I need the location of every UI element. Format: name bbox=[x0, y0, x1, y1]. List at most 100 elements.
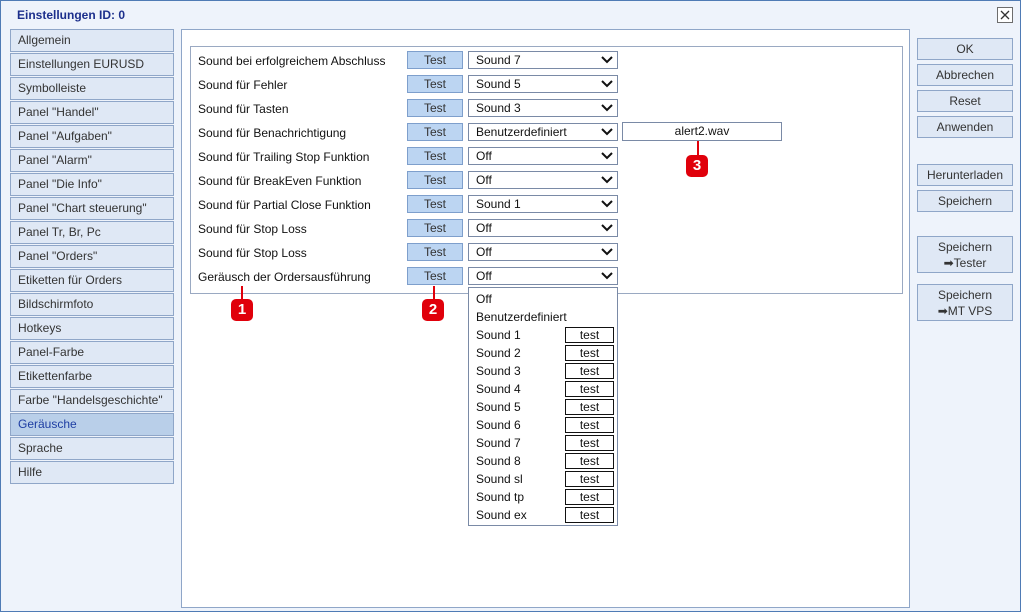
dropdown-option-sound-5[interactable]: Sound 5 bbox=[476, 400, 521, 414]
dropdown-test-button-sound-8[interactable]: test bbox=[565, 453, 614, 469]
row-label-error-sound: Sound für Fehler bbox=[198, 78, 288, 92]
sidebar-item-hilfe[interactable]: Hilfe bbox=[10, 461, 174, 484]
select-trailing-stop-sound[interactable]: Off bbox=[468, 147, 618, 165]
download-button[interactable]: Herunterladen bbox=[917, 164, 1013, 186]
test-button-stop-loss-sound-2[interactable]: Test bbox=[407, 243, 463, 261]
sidebar-item-etiketten-orders[interactable]: Etiketten für Orders bbox=[10, 269, 174, 292]
dropdown-option-sound-7[interactable]: Sound 7 bbox=[476, 436, 521, 450]
row-label-success-sound: Sound bei erfolgreichem Abschluss bbox=[198, 54, 386, 68]
sidebar-item-panel-orders[interactable]: Panel "Orders" bbox=[10, 245, 174, 268]
custom-sound-file-input[interactable]: alert2.wav bbox=[622, 122, 782, 141]
chevron-down-icon bbox=[601, 176, 613, 184]
test-button-key-sound[interactable]: Test bbox=[407, 99, 463, 117]
chevron-down-icon bbox=[601, 152, 613, 160]
sidebar-item-panel-farbe[interactable]: Panel-Farbe bbox=[10, 341, 174, 364]
sidebar-item-panel-aufgaben[interactable]: Panel "Aufgaben" bbox=[10, 125, 174, 148]
dropdown-test-button-sound-sl[interactable]: test bbox=[565, 471, 614, 487]
dropdown-test-button-sound-4[interactable]: test bbox=[565, 381, 614, 397]
dropdown-test-button-sound-7[interactable]: test bbox=[565, 435, 614, 451]
chevron-down-icon bbox=[601, 272, 613, 280]
annotation-marker-3: 3 bbox=[686, 155, 708, 177]
annotation-marker-2: 2 bbox=[422, 299, 444, 321]
dropdown-option-sound-6[interactable]: Sound 6 bbox=[476, 418, 521, 432]
row-label-stop-loss-sound-2: Sound für Stop Loss bbox=[198, 246, 307, 260]
row-label-breakeven-sound: Sound für BreakEven Funktion bbox=[198, 174, 362, 188]
settings-window: Einstellungen ID: 0 Allgemein Einstellun… bbox=[0, 0, 1021, 612]
test-button-stop-loss-sound[interactable]: Test bbox=[407, 219, 463, 237]
sidebar-item-einstellungen-eurusd[interactable]: Einstellungen EURUSD bbox=[10, 53, 174, 76]
sounds-panel: Sound bei erfolgreichem Abschluss Test S… bbox=[181, 29, 910, 608]
dropdown-option-sound-4[interactable]: Sound 4 bbox=[476, 382, 521, 396]
dropdown-option-sound-1[interactable]: Sound 1 bbox=[476, 328, 521, 342]
select-stop-loss-sound-2[interactable]: Off bbox=[468, 243, 618, 261]
chevron-down-icon bbox=[601, 200, 613, 208]
test-button-success-sound[interactable]: Test bbox=[407, 51, 463, 69]
dropdown-test-button-sound-1[interactable]: test bbox=[565, 327, 614, 343]
row-label-stop-loss-sound: Sound für Stop Loss bbox=[198, 222, 307, 236]
dropdown-option-sound-tp[interactable]: Sound tp bbox=[476, 490, 524, 504]
sidebar-item-panel-chart-steuerung[interactable]: Panel "Chart steuerung" bbox=[10, 197, 174, 220]
chevron-down-icon bbox=[601, 104, 613, 112]
select-error-sound[interactable]: Sound 5 bbox=[468, 75, 618, 93]
select-notification-sound[interactable]: Benutzerdefiniert bbox=[468, 123, 618, 141]
marker-2-line bbox=[433, 286, 435, 300]
chevron-down-icon bbox=[601, 224, 613, 232]
marker-3-line bbox=[697, 141, 699, 155]
dropdown-test-button-sound-5[interactable]: test bbox=[565, 399, 614, 415]
test-button-partial-close-sound[interactable]: Test bbox=[407, 195, 463, 213]
dropdown-option-custom[interactable]: Benutzerdefiniert bbox=[476, 310, 567, 324]
dropdown-option-off[interactable]: Off bbox=[476, 292, 492, 306]
sidebar-item-panel-die-info[interactable]: Panel "Die Info" bbox=[10, 173, 174, 196]
select-breakeven-sound[interactable]: Off bbox=[468, 171, 618, 189]
sidebar-item-farbe-handelsgeschichte[interactable]: Farbe "Handelsgeschichte" bbox=[10, 389, 174, 412]
marker-1-line bbox=[241, 286, 243, 300]
test-button-breakeven-sound[interactable]: Test bbox=[407, 171, 463, 189]
select-stop-loss-sound[interactable]: Off bbox=[468, 219, 618, 237]
sidebar-item-panel-alarm[interactable]: Panel "Alarm" bbox=[10, 149, 174, 172]
test-button-error-sound[interactable]: Test bbox=[407, 75, 463, 93]
dropdown-option-sound-8[interactable]: Sound 8 bbox=[476, 454, 521, 468]
select-partial-close-sound[interactable]: Sound 1 bbox=[468, 195, 618, 213]
sidebar-item-sprache[interactable]: Sprache bbox=[10, 437, 174, 460]
select-order-execution-sound[interactable]: Off bbox=[468, 267, 618, 285]
dropdown-test-button-sound-2[interactable]: test bbox=[565, 345, 614, 361]
sidebar-item-panel-handel[interactable]: Panel "Handel" bbox=[10, 101, 174, 124]
test-button-order-execution-sound[interactable]: Test bbox=[407, 267, 463, 285]
select-success-sound[interactable]: Sound 7 bbox=[468, 51, 618, 69]
sidebar-item-hotkeys[interactable]: Hotkeys bbox=[10, 317, 174, 340]
chevron-down-icon bbox=[601, 56, 613, 64]
dropdown-test-button-sound-tp[interactable]: test bbox=[565, 489, 614, 505]
sidebar-item-bildschirmfoto[interactable]: Bildschirmfoto bbox=[10, 293, 174, 316]
sidebar-item-etikettenfarbe[interactable]: Etikettenfarbe bbox=[10, 365, 174, 388]
chevron-down-icon bbox=[601, 80, 613, 88]
dropdown-test-button-sound-ex[interactable]: test bbox=[565, 507, 614, 523]
dropdown-test-button-sound-3[interactable]: test bbox=[565, 363, 614, 379]
save-vps-button[interactable]: Speichern ➡MT VPS bbox=[917, 284, 1013, 321]
title-bar: Einstellungen ID: 0 bbox=[1, 1, 1020, 29]
dropdown-option-sound-sl[interactable]: Sound sl bbox=[476, 472, 523, 486]
row-label-order-execution-sound: Geräusch der Ordersausführung bbox=[198, 270, 371, 284]
test-button-notification-sound[interactable]: Test bbox=[407, 123, 463, 141]
sidebar-item-geraeusche[interactable]: Geräusche bbox=[10, 413, 174, 436]
sidebar-item-allgemein[interactable]: Allgemein bbox=[10, 29, 174, 52]
close-button[interactable] bbox=[997, 7, 1013, 23]
chevron-down-icon bbox=[601, 128, 613, 136]
save-button[interactable]: Speichern bbox=[917, 190, 1013, 212]
sidebar: Allgemein Einstellungen EURUSD Symbollei… bbox=[10, 29, 174, 485]
cancel-button[interactable]: Abbrechen bbox=[917, 64, 1013, 86]
sidebar-item-symbolleiste[interactable]: Symbolleiste bbox=[10, 77, 174, 100]
sidebar-item-panel-tr-br-pc[interactable]: Panel Tr, Br, Pc bbox=[10, 221, 174, 244]
test-button-trailing-stop-sound[interactable]: Test bbox=[407, 147, 463, 165]
dropdown-option-sound-3[interactable]: Sound 3 bbox=[476, 364, 521, 378]
dropdown-test-button-sound-6[interactable]: test bbox=[565, 417, 614, 433]
chevron-down-icon bbox=[601, 248, 613, 256]
dropdown-option-sound-ex[interactable]: Sound ex bbox=[476, 508, 527, 522]
apply-button[interactable]: Anwenden bbox=[917, 116, 1013, 138]
sound-dropdown-list: Off Benutzerdefiniert Sound 1 test Sound… bbox=[468, 287, 618, 526]
select-key-sound[interactable]: Sound 3 bbox=[468, 99, 618, 117]
ok-button[interactable]: OK bbox=[917, 38, 1013, 60]
dropdown-option-sound-2[interactable]: Sound 2 bbox=[476, 346, 521, 360]
save-tester-button[interactable]: Speichern ➡Tester bbox=[917, 236, 1013, 273]
reset-button[interactable]: Reset bbox=[917, 90, 1013, 112]
annotation-marker-1: 1 bbox=[231, 299, 253, 321]
